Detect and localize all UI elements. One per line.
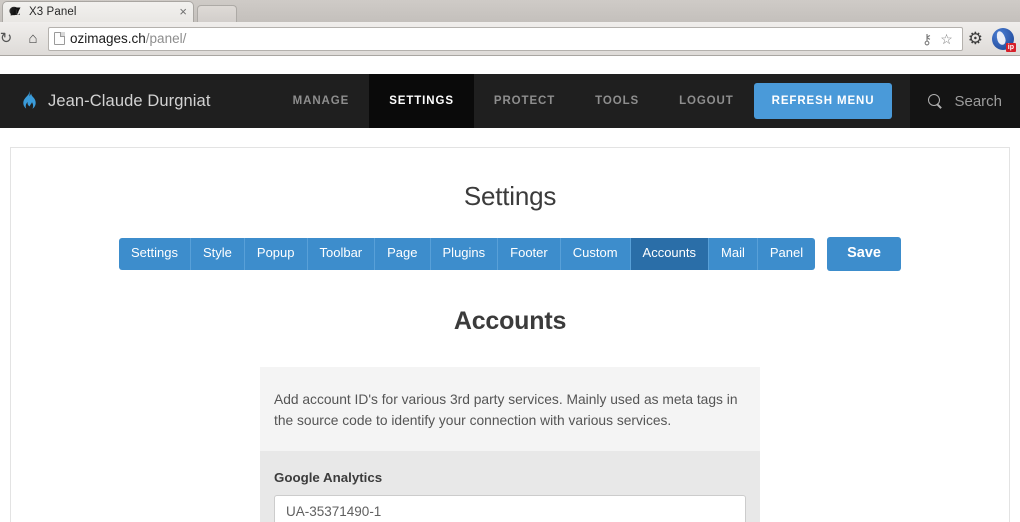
- home-button[interactable]: ⌂: [22, 27, 44, 51]
- browser-tab-title: X3 Panel: [29, 6, 77, 18]
- settings-tab-plugins[interactable]: Plugins: [430, 237, 499, 270]
- url-text: ozimages.ch/panel/: [70, 31, 186, 46]
- gear-icon[interactable]: ⚙: [968, 30, 983, 47]
- site-navigation-bar: Jean-Claude Durgniat MANAGE SETTINGS PRO…: [0, 74, 1020, 128]
- browser-toolbar-icons: ⚙ ip: [968, 27, 1016, 52]
- settings-tabs-row: Settings Style Popup Toolbar Page Plugin…: [11, 237, 1009, 271]
- brand[interactable]: Jean-Claude Durgniat: [0, 74, 231, 128]
- nav-item-tools[interactable]: TOOLS: [575, 74, 659, 128]
- key-icon[interactable]: ⚷: [922, 32, 932, 46]
- settings-tab-page[interactable]: Page: [375, 237, 431, 270]
- nav-item-settings[interactable]: SETTINGS: [369, 74, 474, 128]
- bookmark-star-icon[interactable]: ☆: [940, 32, 953, 46]
- brand-name: Jean-Claude Durgniat: [48, 91, 211, 110]
- settings-tab-toolbar[interactable]: Toolbar: [307, 237, 376, 270]
- page-info-icon[interactable]: [54, 32, 65, 45]
- settings-tab-accounts[interactable]: Accounts: [630, 237, 710, 270]
- search-placeholder-label: Search: [954, 92, 1002, 110]
- home-icon: ⌂: [28, 30, 38, 47]
- google-analytics-input[interactable]: UA-35371490-1: [274, 495, 746, 522]
- accounts-form-card: Add account ID's for various 3rd party s…: [260, 366, 760, 522]
- nav-items: MANAGE SETTINGS PROTECT TOOLS LOGOUT: [273, 74, 754, 128]
- extension-icon[interactable]: ip: [992, 27, 1016, 52]
- browser-tab-strip: L X3 Panel ×: [0, 0, 1020, 22]
- address-bar[interactable]: ozimages.ch/panel/ ⚷ ☆: [48, 26, 963, 51]
- nav-item-manage[interactable]: MANAGE: [273, 74, 370, 128]
- flame-icon: [23, 91, 36, 109]
- settings-tab-settings[interactable]: Settings: [119, 237, 191, 270]
- settings-tab-footer[interactable]: Footer: [498, 237, 561, 270]
- new-tab-button[interactable]: [197, 5, 237, 22]
- form-body: Google Analytics UA-35371490-1: [260, 451, 760, 522]
- reload-button[interactable]: ↻: [0, 27, 22, 51]
- browser-chrome: L X3 Panel × ↻ ⌂ ozimages.ch/panel/ ⚷ ☆ …: [0, 0, 1020, 56]
- x3-favicon: L: [9, 5, 24, 19]
- refresh-menu-button[interactable]: REFRESH MENU: [753, 83, 893, 119]
- settings-tab-popup[interactable]: Popup: [244, 237, 308, 270]
- url-path: /panel/: [145, 31, 187, 46]
- content-panel: Settings Settings Style Popup Toolbar Pa…: [10, 147, 1010, 522]
- settings-tab-mail[interactable]: Mail: [709, 237, 758, 270]
- reload-icon: ↻: [0, 30, 13, 47]
- browser-tab-x3-panel[interactable]: L X3 Panel ×: [2, 1, 194, 22]
- page-title: Settings: [463, 181, 557, 211]
- settings-tab-custom[interactable]: Custom: [560, 237, 631, 270]
- settings-tab-style[interactable]: Style: [191, 237, 245, 270]
- save-button[interactable]: Save: [827, 237, 901, 271]
- svg-text:L: L: [15, 8, 20, 17]
- close-icon[interactable]: ×: [179, 5, 187, 19]
- browser-toolbar: ↻ ⌂ ozimages.ch/panel/ ⚷ ☆ ⚙ ip: [0, 22, 1020, 55]
- extension-badge: ip: [1005, 42, 1016, 52]
- nav-item-protect[interactable]: PROTECT: [474, 74, 575, 128]
- google-analytics-label: Google Analytics: [274, 470, 383, 486]
- nav-item-logout[interactable]: LOGOUT: [659, 74, 754, 128]
- search-box[interactable]: Search: [910, 74, 1020, 128]
- url-domain: ozimages.ch: [70, 31, 146, 46]
- settings-tab-panel[interactable]: Panel: [757, 237, 816, 270]
- form-description-text: Add account ID's for various 3rd party s…: [274, 391, 738, 429]
- form-description: Add account ID's for various 3rd party s…: [260, 366, 760, 452]
- search-icon: [928, 93, 943, 109]
- settings-tabs-group: Settings Style Popup Toolbar Page Plugin…: [119, 237, 816, 270]
- section-title: Accounts: [453, 306, 567, 335]
